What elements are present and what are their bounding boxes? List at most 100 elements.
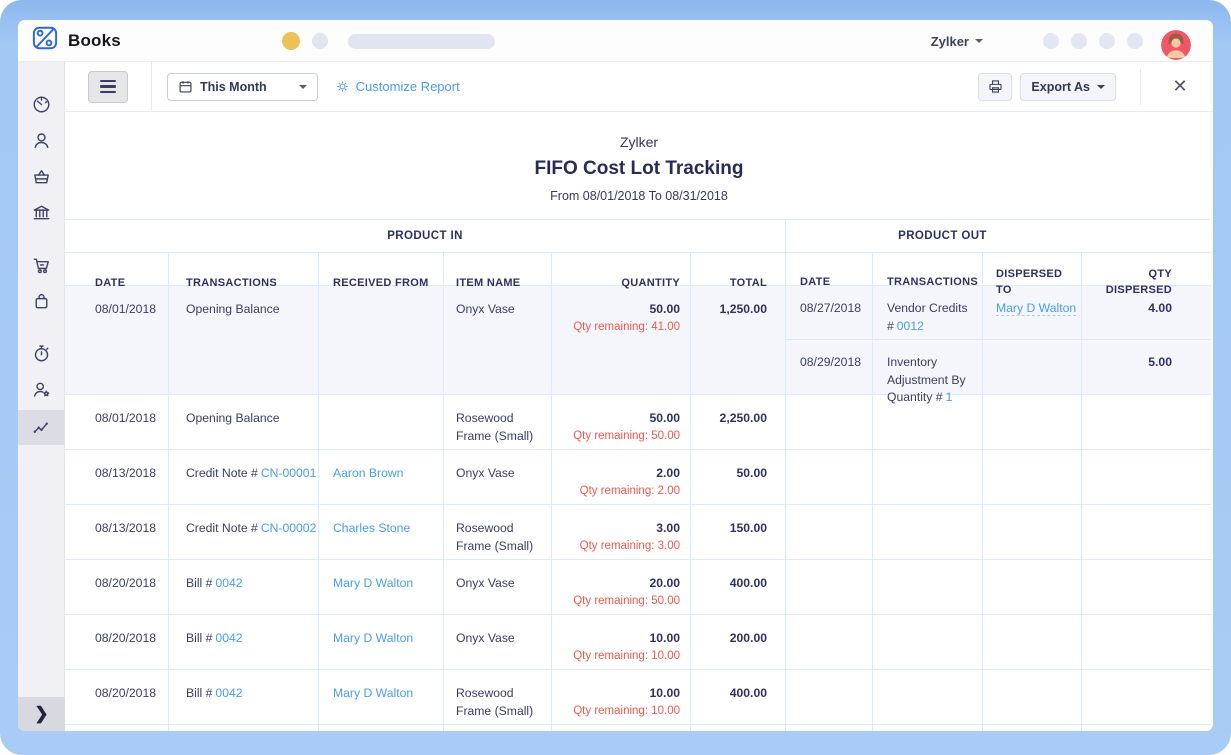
cell-item-name: Rosewood Frame (Small) xyxy=(443,670,551,724)
transaction-link[interactable]: 0042 xyxy=(215,686,242,700)
toolbar-divider xyxy=(151,61,152,112)
table-row-partial xyxy=(65,724,1211,731)
qty-remaining: Qty remaining: 3.00 xyxy=(579,540,680,553)
table-row: 08/20/2018 Bill #0042 Mary D Walton Onyx… xyxy=(65,614,1211,669)
print-button[interactable] xyxy=(978,72,1013,101)
cell-received-from xyxy=(318,395,443,449)
topbar-icon-2[interactable] xyxy=(1071,33,1087,49)
received-from-link[interactable]: Mary D Walton xyxy=(333,686,413,700)
table-group-header: PRODUCT IN PRODUCT OUT xyxy=(65,219,1211,252)
topbar-icons xyxy=(1043,33,1143,49)
cell-transactions: Opening Balance xyxy=(168,395,318,449)
received-from-link[interactable]: Charles Stone xyxy=(333,521,410,535)
cell-quantity: 10.00 Qty remaining: 10.00 xyxy=(551,615,690,669)
sidebar-expand-button[interactable]: ❯ xyxy=(18,697,65,731)
report-toolbar: This Month Customize Report Export As ✕ xyxy=(65,61,1213,112)
cell-item-name: Onyx Vase xyxy=(443,286,551,394)
close-report-button[interactable]: ✕ xyxy=(1165,72,1195,102)
table-row: 08/01/2018 Opening Balance Onyx Vase 50.… xyxy=(65,285,1212,408)
basket-icon xyxy=(33,169,49,183)
period-label: This Month xyxy=(200,79,267,94)
product-in-header: PRODUCT IN xyxy=(387,230,463,242)
menu-toggle-button[interactable] xyxy=(88,70,128,103)
product-out-header: PRODUCT OUT xyxy=(785,220,1211,252)
sidebar-item-dashboard[interactable] xyxy=(18,86,64,122)
account-name: Zylker xyxy=(930,33,969,49)
sidebar: ❯ xyxy=(18,62,65,731)
table-row: 08/20/2018 Bill #0042 Mary D Walton Rose… xyxy=(65,669,1211,724)
received-from-link[interactable]: Mary D Walton xyxy=(333,576,413,590)
toolbar-divider xyxy=(1140,68,1141,105)
cell-total: 400.00 xyxy=(690,560,785,614)
topbar-icon-1[interactable] xyxy=(1043,33,1059,49)
dashboard-icon xyxy=(33,96,49,112)
qty-remaining: Qty remaining: 10.00 xyxy=(573,650,680,663)
user-avatar[interactable] xyxy=(1161,30,1191,60)
transaction-link[interactable]: 0042 xyxy=(215,576,242,590)
cell-out-transactions: Vendor Credits #0012 xyxy=(872,286,982,339)
report-heading: Zylker FIFO Cost Lot Tracking From 08/01… xyxy=(65,112,1213,219)
received-from-link[interactable]: Mary D Walton xyxy=(333,631,413,645)
gear-icon xyxy=(336,81,348,92)
table-column-headers: DATE TRANSACTIONS RECEIVED FROM ITEM NAM… xyxy=(65,252,1211,299)
qty-remaining: Qty remaining: 2.00 xyxy=(579,485,680,498)
sidebar-item-accountant[interactable] xyxy=(18,371,64,407)
sidebar-item-reports[interactable] xyxy=(18,410,64,445)
dispersed-to-link[interactable]: Mary D Walton xyxy=(996,301,1077,316)
cell-dispersed-to: Mary D Walton xyxy=(982,286,1081,339)
table-row: 08/13/2018 Credit Note # CN-00001 Aaron B… xyxy=(65,449,1211,504)
qty-remaining: Qty remaining: 10.00 xyxy=(573,705,680,718)
chevron-right-icon: ❯ xyxy=(34,704,49,723)
transaction-link[interactable]: 0042 xyxy=(215,631,242,645)
cell-date: 08/01/2018 xyxy=(95,302,156,316)
cell-item-name: Onyx Vase xyxy=(443,615,551,669)
brand-name: Books xyxy=(68,30,121,50)
cell-item-name: Onyx Vase xyxy=(443,450,551,504)
transaction-link[interactable]: CN-00001 xyxy=(261,466,317,480)
sidebar-item-sales[interactable] xyxy=(18,247,64,283)
cell-total: 1,250.00 xyxy=(690,286,785,394)
period-select[interactable]: This Month xyxy=(167,72,318,101)
topbar-icon-4[interactable] xyxy=(1127,33,1143,49)
cell-total: 200.00 xyxy=(690,615,785,669)
cell-transactions: Credit Note # CN-00002 xyxy=(168,505,318,559)
table-row: 08/13/2018 Credit Note # CN-00002 Charles… xyxy=(65,504,1211,559)
table-row: 08/01/2018 Opening Balance Rosewood Fram… xyxy=(65,394,1211,449)
cell-transactions: Opening Balance xyxy=(168,286,318,394)
window-frame: Books Zylker ❯ This Month Customize Repo… xyxy=(0,0,1231,755)
product-out-row: 08/29/2018 Inventory Adjustment By Quant… xyxy=(786,339,1211,408)
search-bar[interactable] xyxy=(348,34,495,49)
caret-down-icon xyxy=(1097,84,1105,89)
customize-report-label: Customize Report xyxy=(355,79,460,94)
bank-icon xyxy=(33,205,49,219)
printer-icon xyxy=(989,80,1002,93)
report-date-range: From 08/01/2018 To 08/31/2018 xyxy=(550,189,728,203)
transaction-link[interactable]: 0012 xyxy=(897,319,924,333)
cell-received-from: Aaron Brown xyxy=(318,450,443,504)
sidebar-item-items[interactable] xyxy=(18,158,64,194)
decor-dot xyxy=(312,33,328,49)
sidebar-item-time-tracking[interactable] xyxy=(18,335,64,371)
cell-transactions: Bill #0042 xyxy=(168,560,318,614)
app-header: Books Zylker xyxy=(18,20,1213,62)
cell-date: 08/20/2018 xyxy=(95,576,156,590)
cell-item-name: Rosewood Frame (Small) xyxy=(443,505,551,559)
cell-received-from xyxy=(318,286,443,394)
report-main: This Month Customize Report Export As ✕ … xyxy=(65,61,1213,731)
transaction-link[interactable]: CN-00002 xyxy=(261,521,317,535)
sidebar-item-banking[interactable] xyxy=(18,194,64,230)
cell-qty-dispersed: 4.00 xyxy=(1081,286,1212,339)
export-as-button[interactable]: Export As xyxy=(1020,72,1116,101)
org-dot-indicator xyxy=(282,32,300,50)
customize-report-button[interactable]: Customize Report xyxy=(335,79,460,94)
topbar-icon-3[interactable] xyxy=(1099,33,1115,49)
qty-remaining: Qty remaining: 50.00 xyxy=(573,430,680,443)
cell-quantity: 20.00 Qty remaining: 50.00 xyxy=(551,560,690,614)
cell-transactions: Credit Note # CN-00001 xyxy=(168,450,318,504)
stopwatch-icon xyxy=(34,344,48,361)
cell-quantity: 2.00 Qty remaining: 2.00 xyxy=(551,450,690,504)
account-menu[interactable]: Zylker xyxy=(931,20,983,62)
received-from-link[interactable]: Aaron Brown xyxy=(333,466,403,480)
sidebar-item-contacts[interactable] xyxy=(18,122,64,158)
sidebar-item-purchases[interactable] xyxy=(18,283,64,319)
